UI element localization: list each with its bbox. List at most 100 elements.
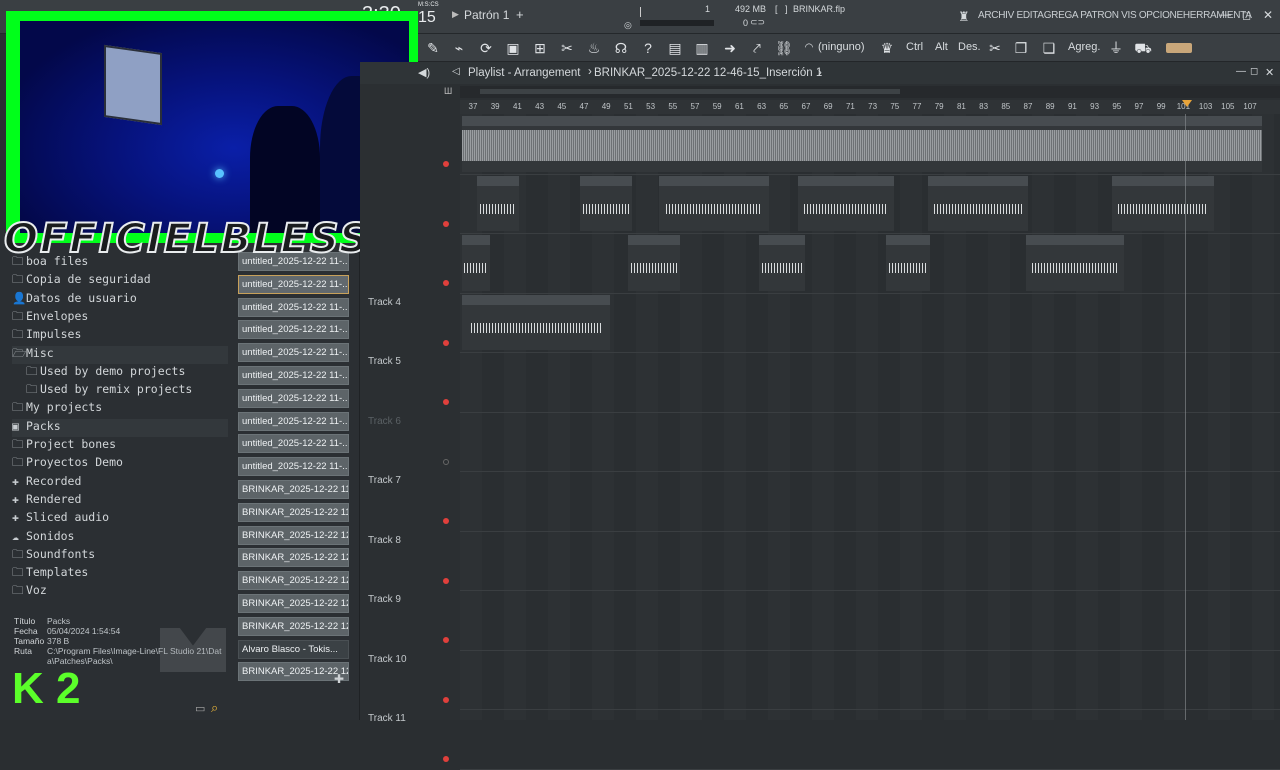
audio-clip[interactable]: ▸ BRIN..ón 1 bbox=[580, 175, 632, 231]
pattern-button[interactable]: BRINKAR_2025-12-22 12-... bbox=[238, 594, 349, 613]
pattern-button[interactable]: BRINKAR_2025-12-22 12-... bbox=[238, 571, 349, 591]
pattern-button[interactable]: untitled_2025-12-22 11-... bbox=[238, 274, 349, 294]
audio-clip[interactable]: ▸ BRI..ón 1 bbox=[759, 235, 805, 291]
pattern-play-icon[interactable]: ▶ bbox=[452, 9, 459, 20]
midi-input-selector[interactable]: (ninguno) bbox=[818, 41, 864, 53]
overview-bar[interactable] bbox=[460, 86, 1280, 98]
playlist-maximize-icon[interactable]: ◻ bbox=[1250, 66, 1258, 77]
menu-agrega[interactable]: GREGA bbox=[1044, 10, 1078, 21]
playlist-minimize-icon[interactable]: — bbox=[1236, 66, 1246, 77]
add-button[interactable]: Agreg. bbox=[1068, 41, 1100, 53]
browser-item[interactable]: 🗀 Envelopes bbox=[12, 309, 228, 327]
copy-icon[interactable]: ❐ bbox=[1012, 39, 1030, 57]
pattern-button[interactable]: untitled_2025-12-22 11-... bbox=[238, 366, 349, 385]
maximize-icon[interactable]: ◻ bbox=[1242, 9, 1251, 22]
arrangement-next-icon[interactable]: › bbox=[818, 67, 822, 79]
track-record-indicator[interactable] bbox=[443, 220, 449, 227]
audio-clip[interactable]: ▸ BRI..n 1 bbox=[886, 235, 930, 291]
pattern-button[interactable]: BRINKAR_2025-12-22 12-... bbox=[238, 616, 349, 636]
browser-item[interactable]: 🗀 Voz bbox=[12, 583, 228, 601]
chat-icon[interactable]: ☊ bbox=[612, 39, 630, 57]
audio-clip[interactable]: ▸ unti..n 1 bbox=[477, 175, 519, 231]
browser-item[interactable]: 🗁Misc bbox=[12, 345, 228, 364]
alt-key-button[interactable]: Alt bbox=[935, 41, 948, 53]
cut-icon[interactable]: ✂ bbox=[558, 39, 576, 57]
save-icon[interactable]: ▣ bbox=[504, 39, 522, 57]
audio-clip[interactable]: ▸ BRI..ón 1 bbox=[628, 235, 680, 291]
track-name[interactable]: Track 8 bbox=[368, 535, 458, 546]
pattern-button[interactable]: untitled_2025-12-22 11-... bbox=[238, 388, 349, 408]
browser-item[interactable]: 🗀 My projects bbox=[12, 400, 228, 418]
mixer-icon[interactable]: ⊞ bbox=[531, 39, 549, 57]
track-record-indicator[interactable] bbox=[443, 280, 449, 286]
menu-opciones[interactable]: OPCIONE bbox=[1139, 10, 1183, 21]
browser-item[interactable]: 🗀 Soundfonts bbox=[12, 547, 228, 565]
track-record-indicator[interactable] bbox=[443, 161, 449, 167]
overview-scroll[interactable] bbox=[480, 89, 900, 94]
pattern-button[interactable]: untitled_2025-12-22 11-... bbox=[238, 411, 349, 431]
arrangement-name[interactable]: BRINKAR_2025-12-22 12-46-15_Inserción 1 bbox=[594, 67, 822, 79]
metronome-icon[interactable]: ♜ bbox=[958, 9, 970, 25]
paste-icon[interactable]: ❏ bbox=[1040, 39, 1058, 57]
browser-item[interactable]: 👤Datos de usuario bbox=[12, 291, 228, 309]
pattern-button[interactable]: untitled_2025-12-22 11-... bbox=[238, 320, 349, 340]
pattern-button[interactable]: Alvaro Blasco - Tokis... bbox=[238, 639, 349, 659]
audio-clip[interactable]: ▸ un.. bbox=[462, 235, 490, 291]
track-name[interactable]: Track 6 bbox=[368, 416, 458, 427]
playlist-icon[interactable]: ▤ bbox=[666, 39, 684, 57]
audio-clip[interactable]: ▸ BRINKAR_2025-12..5-25_Inserción 1 bbox=[462, 294, 610, 350]
snap-icon[interactable]: Ш bbox=[444, 86, 452, 96]
track-record-indicator[interactable] bbox=[443, 518, 449, 524]
pattern-button[interactable]: BRINKAR_2025-12-22 11-... bbox=[238, 502, 349, 522]
pencil-icon[interactable]: ✎ bbox=[424, 39, 442, 57]
add-pattern-button[interactable]: + bbox=[516, 7, 524, 22]
track-name[interactable]: Track 9 bbox=[368, 594, 458, 605]
track-record-indicator[interactable] bbox=[443, 399, 449, 405]
undo-button[interactable]: Des. bbox=[958, 41, 981, 53]
ctrl-key-button[interactable]: Ctrl bbox=[906, 41, 923, 53]
browser-item[interactable]: 🗀 Impulses bbox=[12, 327, 228, 345]
search-icon[interactable]: ⌕ bbox=[211, 700, 218, 716]
browser-item[interactable]: ☁ Sonidos bbox=[12, 529, 228, 547]
pattern-button[interactable]: untitled_2025-12-22 11-... bbox=[238, 434, 349, 454]
audio-clip[interactable]: ▸ untitled_2..erción 1 #3 bbox=[1026, 235, 1124, 291]
speaker-icon[interactable]: ◀) bbox=[418, 66, 430, 79]
pattern-button[interactable]: BRINKAR_2025-12-22 12-... bbox=[238, 662, 349, 682]
track-name[interactable]: Track 7 bbox=[368, 475, 458, 486]
link-icon[interactable]: ⛓ bbox=[775, 39, 793, 57]
track-record-indicator[interactable] bbox=[443, 339, 449, 346]
help-icon[interactable]: ? bbox=[639, 39, 657, 57]
playlist-close-icon[interactable]: ✕ bbox=[1265, 66, 1274, 79]
pattern-add-icon[interactable]: ✚ bbox=[334, 672, 344, 686]
microphone-icon[interactable]: ♨ bbox=[585, 39, 603, 57]
playlist-menu-icon[interactable]: ◁ bbox=[452, 66, 460, 77]
minimize-icon[interactable]: — bbox=[1220, 9, 1231, 21]
scissors-icon[interactable]: ✂ bbox=[986, 39, 1004, 57]
browser-item[interactable]: ▣ Packs bbox=[12, 418, 228, 437]
refresh-icon[interactable]: ⟳ bbox=[477, 39, 495, 57]
browser-item[interactable]: ✚ Sliced audio bbox=[12, 510, 228, 528]
audio-clip[interactable]: ▸ BRINKAR_2..serción 1 bbox=[798, 175, 894, 231]
timeline-ruler[interactable]: 37 39 41 43 45 47 49 51 53 55 57 59 61 63 65 67 69 71 73 75… bbox=[460, 100, 1280, 114]
pattern-button[interactable]: untitled_2025-12-22 11-... bbox=[238, 457, 349, 477]
track-record-indicator[interactable] bbox=[443, 696, 449, 703]
pattern-button[interactable]: untitled_2025-12-22 11-... bbox=[238, 343, 349, 363]
track-record-indicator[interactable] bbox=[443, 756, 449, 762]
track-name[interactable]: Track 4 bbox=[368, 297, 458, 308]
audio-clip[interactable]: ▸ ytmp3free.cc_free-8belial-x-bad-gyal-d… bbox=[462, 116, 1262, 172]
folder-icon[interactable]: ▭ bbox=[195, 702, 205, 715]
browser-item[interactable]: 🗀 Project bones bbox=[12, 437, 228, 455]
piano-roll-icon[interactable]: ▥ bbox=[693, 39, 711, 57]
plugin-icon[interactable]: ⤤ bbox=[748, 39, 766, 57]
close-icon[interactable]: ✕ bbox=[1263, 8, 1273, 22]
track-name[interactable]: Track 11 bbox=[368, 713, 458, 724]
browser-item[interactable]: ✚ Rendered bbox=[12, 492, 228, 510]
shop-icon[interactable]: ⛟ bbox=[1134, 39, 1152, 57]
track-name[interactable]: Track 10 bbox=[368, 654, 458, 665]
playhead-marker[interactable] bbox=[1182, 100, 1192, 107]
audio-clip[interactable]: ▸ BRINKAR_202..Inserción 1 bbox=[659, 175, 769, 231]
menu-archivo[interactable]: ARCHIV bbox=[978, 10, 1014, 21]
browser-item[interactable]: 🗀 Copia de seguridad bbox=[12, 272, 228, 290]
browser-item[interactable]: 🗀 Proyectos Demo bbox=[12, 455, 228, 473]
arrow-right-icon[interactable]: ➜ bbox=[721, 39, 739, 57]
